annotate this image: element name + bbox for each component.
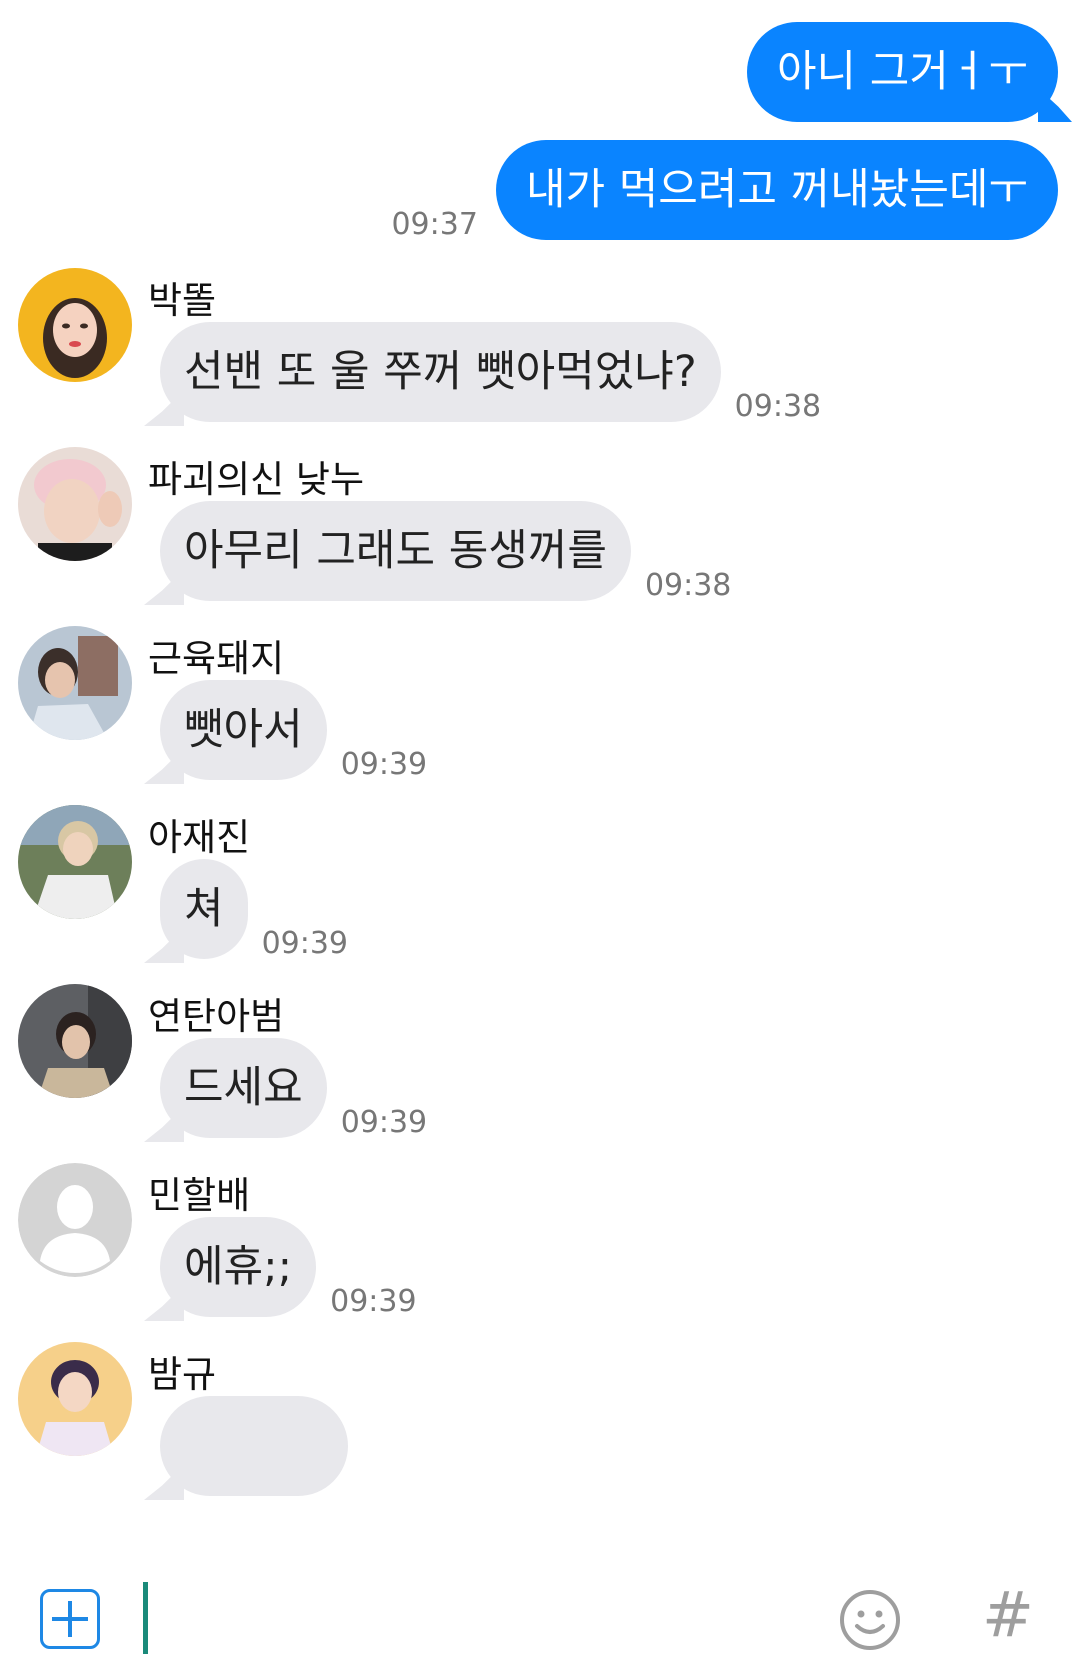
outgoing-message-bubble[interactable]: 아니 그거ㅓㅜ [746,22,1058,122]
avatar[interactable] [18,268,132,382]
sender-name: 밤규 [148,1353,217,1396]
incoming-message-bubble[interactable]: 드세요 [160,1038,327,1138]
message-timestamp: 09:39 [261,926,349,961]
message-line [160,1396,348,1496]
message-timestamp: 09:38 [644,568,732,603]
avatar[interactable] [18,805,132,919]
avatar[interactable] [18,447,132,561]
avatar[interactable] [18,626,132,740]
message-timestamp: 09:39 [340,747,428,782]
default-avatar-icon[interactable] [18,1163,132,1277]
incoming-message: 아재진 쳐 09:39 [18,805,1058,975]
incoming-message: 밤규 [18,1342,1058,1512]
sender-name: 아재진 [148,816,251,859]
message-timestamp: 09:37 [391,207,478,242]
message-timestamp: 09:39 [330,1284,417,1319]
incoming-message: 박똘 선밴 또 울 쭈꺼 뺏아먹었냐? 09:38 [18,268,1058,438]
hashtag-button[interactable]: # [982,1578,1034,1651]
outgoing-message-row: 아니 그거ㅓㅜ [746,22,1058,122]
sender-name: 연탄아범 [148,995,285,1038]
incoming-message-bubble[interactable] [160,1396,348,1496]
avatar[interactable] [18,1342,132,1456]
message-line: 선밴 또 울 쭈꺼 뺏아먹었냐? 09:38 [160,322,822,424]
incoming-message-bubble[interactable]: 에휴;; [160,1217,317,1317]
avatar[interactable] [18,984,132,1098]
incoming-message: 파괴의신 낮누 아무리 그래도 동생꺼를 09:38 [18,447,1058,617]
chat-message-list[interactable]: 아니 그거ㅓㅜ 09:37 내가 먹으려고 꺼내놨는데ㅜ 박똘 선밴 또 울 쭈… [0,0,1080,1544]
plus-square-icon[interactable] [40,1589,100,1649]
incoming-message: 근육돼지 뺏아서 09:39 [18,626,1058,796]
message-line: 에휴;; 09:39 [160,1217,417,1319]
outgoing-message-row: 09:37 내가 먹으려고 꺼내놨는데ㅜ [391,140,1058,242]
message-line: 드세요 09:39 [160,1038,428,1140]
sender-name: 근육돼지 [148,637,285,680]
incoming-message: 연탄아범 드세요 09:39 [18,984,1058,1154]
incoming-message-bubble[interactable]: 선밴 또 울 쭈꺼 뺏아먹었냐? [160,322,721,422]
sender-name: 민할배 [148,1174,251,1217]
message-timestamp: 09:39 [340,1105,428,1140]
message-timestamp: 09:38 [734,389,822,424]
message-composer: # [0,1544,1080,1680]
message-input[interactable] [160,1584,814,1656]
sender-name: 파괴의신 낮누 [148,458,365,501]
outgoing-message-bubble[interactable]: 내가 먹으려고 꺼내놨는데ㅜ [495,140,1058,240]
incoming-message-bubble[interactable]: 뺏아서 [160,680,327,780]
incoming-message-bubble[interactable]: 아무리 그래도 동생꺼를 [160,501,631,601]
message-line: 쳐 09:39 [160,859,349,961]
incoming-message-bubble[interactable]: 쳐 [160,859,248,959]
sender-name: 박똘 [148,279,217,322]
smiley-face-icon[interactable] [838,1588,902,1652]
text-cursor [143,1582,148,1654]
message-line: 뺏아서 09:39 [160,680,428,782]
message-line: 아무리 그래도 동생꺼를 09:38 [160,501,732,603]
incoming-message: 민할배 에휴;; 09:39 [18,1163,1058,1333]
